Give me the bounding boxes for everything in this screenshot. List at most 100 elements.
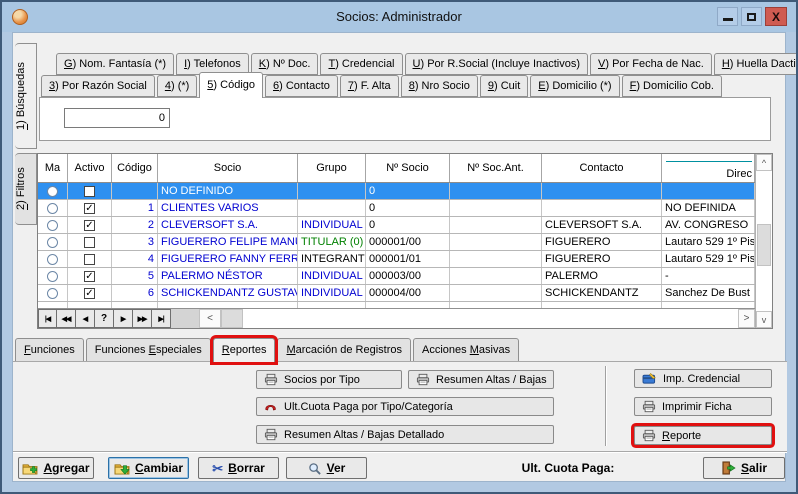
function-tab-marcaci-n-de-registros[interactable]: Marcación de Registros	[277, 338, 411, 362]
marca-radio[interactable]	[47, 254, 58, 265]
vscroll-up-arrow[interactable]: ^	[756, 154, 772, 171]
salir-button[interactable]: Salir	[703, 457, 785, 479]
navigator-prior-page-button[interactable]: ◀◀	[57, 309, 76, 328]
cell-grupo: INDIVIDUAL	[298, 285, 366, 301]
imprimir-ficha-button[interactable]: Imprimir Ficha	[634, 397, 772, 416]
cell-nro-soc-ant	[450, 200, 542, 216]
side-tab-1-b-squedas[interactable]: 1) Búsquedas	[15, 43, 37, 149]
search-tab-7-f-alta[interactable]: 7) F. Alta	[340, 75, 399, 97]
navigator-next-page-button[interactable]: ▶▶	[133, 309, 152, 328]
marca-radio[interactable]	[47, 220, 58, 231]
hscroll-track[interactable]	[243, 309, 738, 328]
marca-radio[interactable]	[47, 237, 58, 248]
vscroll-thumb[interactable]	[757, 224, 771, 266]
cell-contacto	[542, 200, 662, 216]
vscroll-down-arrow[interactable]: v	[756, 311, 772, 328]
navigator-last-button[interactable]: ▶|	[152, 309, 171, 328]
search-tab-6-contacto[interactable]: 6) Contacto	[265, 75, 338, 97]
resumen-altas-bajas-button[interactable]: Resumen Altas / Bajas	[408, 370, 554, 389]
cell-direccion: AV. CONGRESO	[662, 217, 755, 233]
grid-row-figuerero-fanny-ferra[interactable]: 4FIGUERERO FANNY FERRAINTEGRANT000001/01…	[38, 251, 772, 268]
activo-checkbox[interactable]: ✓	[84, 220, 95, 231]
search-tab-f-domicilio-cob[interactable]: F) Domicilio Cob.	[622, 75, 722, 97]
hscroll-thumb[interactable]	[221, 309, 243, 328]
activo-checkbox[interactable]	[84, 186, 95, 197]
reporte-button[interactable]: Reporte	[634, 426, 772, 445]
grid-row-cleversoft-s-a[interactable]: ✓2CLEVERSOFT S.A.INDIVIDUAL0CLEVERSOFT S…	[38, 217, 772, 234]
socios-por-tipo-button[interactable]: Socios por Tipo	[256, 370, 402, 389]
cell-nro-socio: 0	[366, 217, 450, 233]
code-input[interactable]	[64, 108, 170, 128]
side-tab-2-filtros[interactable]: 2) Filtros	[15, 153, 37, 225]
close-icon: X	[772, 11, 780, 23]
search-tab-v-por-fecha-de-nac[interactable]: V) Por Fecha de Nac.	[590, 53, 712, 75]
cell-contacto: FIGUERERO	[542, 251, 662, 267]
cell-socio: FIGUERERO FELIPE MANUE	[158, 234, 298, 250]
activo-checkbox[interactable]	[84, 237, 95, 248]
column-header-contacto: Contacto	[542, 154, 662, 182]
function-tab-reportes[interactable]: Reportes	[213, 338, 276, 362]
grid-row-no-definido[interactable]: NO DEFINIDO0	[38, 183, 772, 200]
marca-radio[interactable]	[47, 288, 58, 299]
column-header-n-soc-ant: Nº Soc.Ant.	[450, 154, 542, 182]
grid-row-clientes-varios[interactable]: ✓1CLIENTES VARIOS0NO DEFINIDA	[38, 200, 772, 217]
cell-nro-soc-ant	[450, 217, 542, 233]
phone-red-icon	[264, 400, 278, 413]
side-tab-strip: 1) Búsquedas 2) Filtros	[15, 43, 37, 225]
cell-grupo: INDIVIDUAL	[298, 217, 366, 233]
cell-codigo: 1	[112, 200, 158, 216]
search-tab-u-por-r-social-incluye-inactivos[interactable]: U) Por R.Social (Incluye Inactivos)	[405, 53, 589, 75]
window-title: Socios: Administrador	[2, 9, 796, 24]
cell-nro-socio: 0	[366, 183, 450, 199]
navigator-first-button[interactable]: |◀	[38, 309, 57, 328]
button-label: Agregar	[43, 461, 89, 475]
cambiar-button[interactable]: Cambiar	[108, 457, 189, 479]
minimize-button[interactable]	[717, 7, 738, 26]
grid-vscrollbar: ^ v	[755, 154, 772, 328]
agregar-button[interactable]: Agregar	[18, 457, 94, 479]
grid-row-schickendantz-gustav[interactable]: ✓6SCHICKENDANTZ GUSTAVINDIVIDUAL000004/0…	[38, 285, 772, 302]
function-tab-funciones-especiales[interactable]: Funciones Especiales	[86, 338, 211, 362]
search-tab-4[interactable]: 4) (*)	[157, 75, 197, 97]
column-header-direc: Direc	[662, 154, 755, 182]
grid-row-figuerero-felipe-manue[interactable]: 3FIGUERERO FELIPE MANUETITULAR (0)000001…	[38, 234, 772, 251]
cell-nro-socio: 000004/00	[366, 285, 450, 301]
marca-radio[interactable]	[47, 186, 58, 197]
marca-radio[interactable]	[47, 203, 58, 214]
resumen-altas-bajas-detallado-button[interactable]: Resumen Altas / Bajas Detallado	[256, 425, 554, 444]
search-tab-e-domicilio[interactable]: E) Domicilio (*)	[530, 75, 619, 97]
hscroll-right-arrow[interactable]: >	[738, 309, 755, 328]
reportes-panel: Socios por Tipo Resumen Altas / Bajas Ult.…	[13, 361, 787, 451]
navigator-next-button[interactable]: ▶	[114, 309, 133, 328]
borrar-button[interactable]: ✂Borrar	[198, 457, 279, 479]
activo-checkbox[interactable]: ✓	[84, 271, 95, 282]
search-tab-5-c-digo[interactable]: 5) Código	[199, 72, 263, 98]
function-tab-funciones[interactable]: Funciones	[15, 338, 84, 362]
grid-row-palermo-n-stor[interactable]: ✓5PALERMO NÉSTORINDIVIDUAL000003/00PALER…	[38, 268, 772, 285]
cell-nro-socio: 000001/01	[366, 251, 450, 267]
navigator-prior-button[interactable]: ◀	[76, 309, 95, 328]
cell-nro-soc-ant	[450, 234, 542, 250]
imp-credencial-button[interactable]: Imp. Credencial	[634, 369, 772, 388]
search-tab-t-credencial[interactable]: T) Credencial	[320, 53, 402, 75]
button-label: Ver	[327, 461, 346, 475]
cell-nro-soc-ant	[450, 251, 542, 267]
search-tab-8-nro-socio[interactable]: 8) Nro Socio	[401, 75, 478, 97]
marca-radio[interactable]	[47, 271, 58, 282]
activo-checkbox[interactable]: ✓	[84, 288, 95, 299]
ult-cuota-paga-por-tipo-categor-a-button[interactable]: Ult.Cuota Paga por Tipo/Categoría	[256, 397, 554, 416]
search-tab-3-por-raz-n-social[interactable]: 3) Por Razón Social	[41, 75, 155, 97]
maximize-button[interactable]	[741, 7, 762, 26]
search-tab-h-huella-dactilar[interactable]: H) Huella Dactilar	[714, 53, 798, 75]
hscroll-left-arrow[interactable]: <	[199, 309, 221, 328]
close-button[interactable]: X	[765, 7, 787, 26]
activo-checkbox[interactable]: ✓	[84, 203, 95, 214]
activo-checkbox[interactable]	[84, 254, 95, 265]
function-tab-acciones-masivas[interactable]: Acciones Masivas	[413, 338, 519, 362]
search-panel	[39, 97, 771, 141]
ver-button[interactable]: Ver	[286, 457, 367, 479]
card-icon	[642, 372, 657, 385]
navigator-help-button[interactable]: ?	[95, 309, 114, 328]
search-tab-9-cuit[interactable]: 9) Cuit	[480, 75, 528, 97]
search-tab-g-nom-fantas-a[interactable]: G) Nom. Fantasía (*)	[56, 53, 174, 75]
